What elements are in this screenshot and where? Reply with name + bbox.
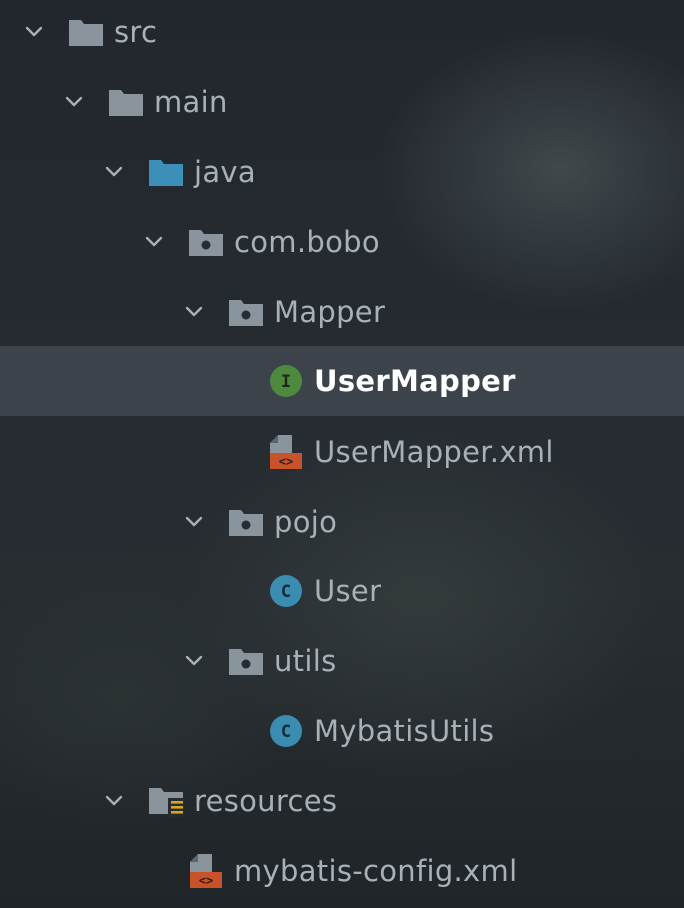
class-icon: C [268,713,304,749]
package-icon [228,294,264,330]
tree-item-label: User [314,574,382,608]
resources-folder-icon [148,783,184,819]
tree-item-label: MybatisUtils [314,714,495,748]
interface-icon: I [268,363,304,399]
class-icon: C [268,573,304,609]
xml-icon-glyph: <> [279,455,293,469]
class-icon-letter: C [281,582,291,602]
chevron-down-icon[interactable] [176,487,212,557]
folder-icon [68,14,104,50]
class-icon-letter: C [281,722,291,742]
tree-item-resources[interactable]: resources [0,766,684,836]
tree-item-java[interactable]: java [0,137,684,207]
tree-item-com-bobo[interactable]: com.bobo [0,207,684,277]
xml-file-icon: <> [188,853,224,889]
chevron-down-icon[interactable] [176,277,212,347]
tree-item-mybatis-config-xml[interactable]: <> mybatis-config.xml [0,836,684,906]
tree-item-label: main [154,85,228,119]
tree-item-utils[interactable]: utils [0,626,684,696]
tree-item-main[interactable]: main [0,67,684,137]
tree-item-usermapper[interactable]: I UserMapper [0,346,684,416]
package-icon [188,224,224,260]
xml-icon-glyph: <> [199,874,213,888]
tree-item-label: UserMapper [314,364,516,398]
chevron-down-icon[interactable] [96,137,132,207]
tree-item-src[interactable]: src [0,0,684,67]
folder-icon [108,84,144,120]
project-tree: src main java com.bobo Mapper I UserMapp… [0,0,684,908]
chevron-down-icon[interactable] [176,626,212,696]
tree-item-label: src [114,15,158,49]
package-icon [228,643,264,679]
tree-item-label: utils [274,644,337,678]
chevron-down-icon[interactable] [56,67,92,137]
xml-file-icon: <> [268,434,304,470]
tree-item-label: Mapper [274,295,386,329]
tree-item-label: mybatis-config.xml [234,854,518,888]
tree-item-label: java [194,155,256,189]
tree-item-label: resources [194,784,338,818]
chevron-down-icon[interactable] [96,766,132,836]
chevron-down-icon[interactable] [16,0,52,67]
tree-item-label: UserMapper.xml [314,435,554,469]
tree-item-mybatisutils[interactable]: C MybatisUtils [0,696,684,766]
tree-item-pojo[interactable]: pojo [0,487,684,557]
tree-item-mapper[interactable]: Mapper [0,277,684,347]
tree-item-user[interactable]: C User [0,556,684,626]
interface-icon-letter: I [281,372,291,392]
chevron-down-icon[interactable] [136,207,172,277]
tree-item-label: com.bobo [234,225,380,259]
package-icon [228,504,264,540]
tree-item-label: pojo [274,505,338,539]
source-folder-icon [148,154,184,190]
tree-item-usermapper-xml[interactable]: <> UserMapper.xml [0,417,684,487]
